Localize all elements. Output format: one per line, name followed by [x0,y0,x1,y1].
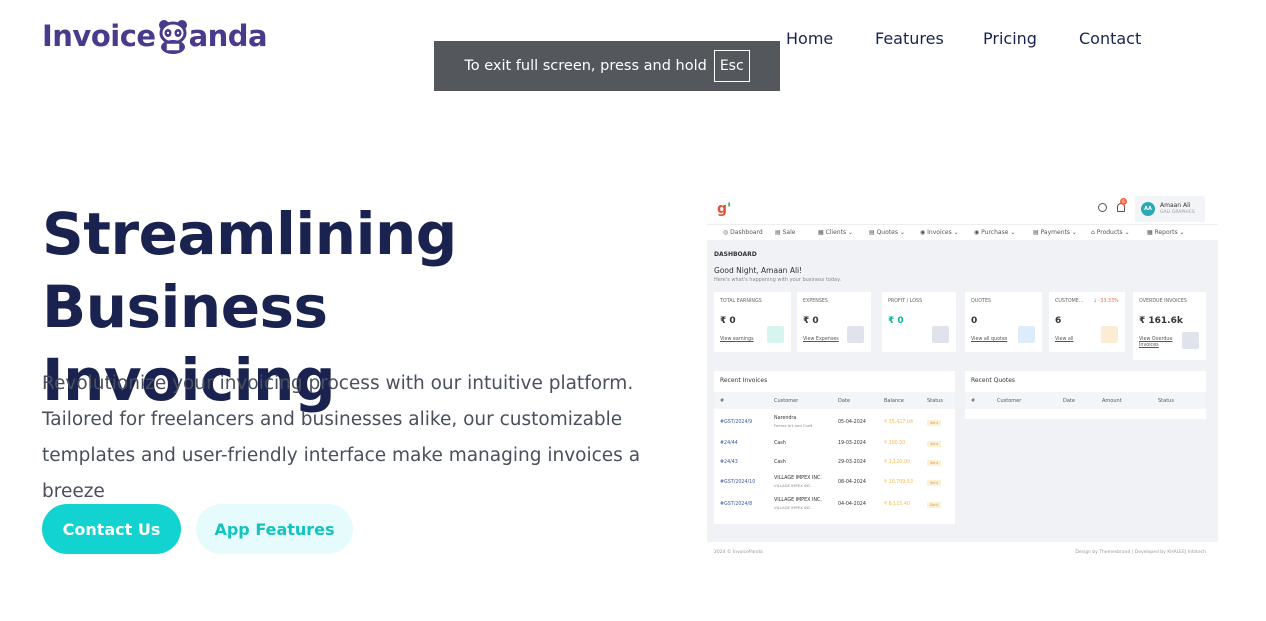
nav-contact[interactable]: Contact [1079,29,1141,48]
column-header: Date [838,398,850,404]
dash-menu-item: ▤ Sale [775,229,796,236]
dash-menu-item: ▦ Clients ⌄ [818,229,854,236]
dash-menu-item: ⌂ Products ⌄ [1091,229,1130,236]
dash-user-company: GALI GRAPHICS [1160,210,1195,215]
card-expenses: EXPENSES ₹ 0 View Expenses [797,292,871,352]
column-header: Amount [1102,398,1122,404]
panda-mascot-icon [157,18,189,54]
dash-menu-item: ◉ Invoices ⌄ [920,229,959,236]
card-value: ₹ 0 [720,316,736,326]
card-value: ₹ 161.6k [1139,316,1183,326]
card-label: OVERDUE INVOICES [1139,299,1187,304]
dash-menu: ◎ Dashboard ▤ Sale ▦ Clients ⌄ ▤ Quotes … [707,224,1218,240]
nav-pricing[interactable]: Pricing [983,29,1037,48]
column-header: Status [1158,398,1174,404]
wallet-icon [1182,332,1199,349]
card-link: View Expenses [803,337,839,342]
nav-features[interactable]: Features [875,29,944,48]
column-header: Date [1063,398,1075,404]
dash-menu-item: ▦ Reports ⌄ [1147,229,1185,236]
column-header: Status [927,398,943,404]
bag-icon [1018,326,1035,343]
notification-badge: 6 [1120,198,1127,205]
dollar-icon [767,326,784,343]
panel-title: Recent Quotes [971,377,1016,384]
column-header: # [971,398,976,404]
card-label: QUOTES [971,299,992,304]
dash-menu-item: ◉ Purchase ⌄ [974,229,1016,236]
hero-desc-line2: Tailored for freelancers and businesses … [42,409,623,430]
dash-heading: DASHBOARD [714,251,757,258]
card-link: View all [1055,337,1074,342]
nav-home[interactable]: Home [786,29,833,48]
card-total-earnings: TOTAL EARNINGS ₹ 0 View earnings [714,292,791,352]
card-profit-loss: PROFIT / LOSS ₹ 0 [882,292,956,352]
dash-greeting: Good Night, Amaan Ali! [714,266,803,275]
card-label: PROFIT / LOSS [888,299,923,304]
table-row: #GST/2024/9 Narendra Feeroz Art and Craf… [714,414,955,434]
dash-footer-left: 2024 © InvoicePanda. [714,550,765,555]
card-value: 0 [971,316,978,326]
panel-title: Recent Invoices [720,377,768,384]
dash-menu-item: ◎ Dashboard [723,229,763,236]
logo-text-right: anda [188,19,268,53]
card-link: View earnings [720,337,754,342]
hero-desc-line3: templates and user-friendly interface ma… [42,445,641,502]
card-value: ₹ 0 [803,316,819,326]
table-row: #GST/2024/10 VILLAGE IMPEX INC. VILLAGE … [714,474,955,494]
table-row: #24/44 Cash 19-03-2024 ₹ 300.00 Sent [714,435,955,455]
card-value: 6 [1055,316,1062,326]
app-features-button[interactable]: App Features [196,504,353,554]
moon-icon [1098,203,1107,212]
user-icon [1101,326,1118,343]
dash-footer-right: Design by Themesbrand | Developed by KHA… [1075,550,1206,555]
dashboard-preview: g' 6 AA Amaan Ali GALI GRAPHICS ◎ Dashbo… [707,194,1218,562]
recent-invoices-panel: Recent Invoices # Customer Date Balance … [714,371,955,524]
wallet-icon [932,326,949,343]
dash-user-name: Amaan Ali [1160,202,1191,209]
card-overdue-invoices: OVERDUE INVOICES ₹ 161.6k View Overdue I… [1133,292,1206,360]
hero-description: Revolutionize your invoicing process wit… [42,366,692,510]
toast-text: To exit full screen, press and hold [464,58,707,74]
table-row: #GST/2024/8 VILLAGE IMPEX INC. VILLAGE I… [714,496,955,516]
dash-user-chip: AA Amaan Ali GALI GRAPHICS [1135,196,1205,222]
table-header: # Customer Date Balance Status [714,392,955,409]
wallet-icon [847,326,864,343]
hero-desc-line1: Revolutionize your invoicing process wit… [42,373,634,394]
column-header: Balance [884,398,904,404]
table-header: # Customer Date Amount Status [965,392,1206,409]
table-row: #24/43 Cash 29-03-2024 ₹ 1,120.00 Sent [714,454,955,474]
column-header: Customer [774,398,799,404]
hero-title-line1: Streamlining Business [42,200,457,341]
logo[interactable]: Invoice anda [42,18,268,54]
card-customers: CUSTOME... ↓ -33.33% 6 View all [1049,292,1125,352]
column-header: # [720,398,725,404]
esc-key: Esc [713,50,750,82]
column-header: Customer [997,398,1022,404]
dash-topbar: g' 6 AA Amaan Ali GALI GRAPHICS [707,194,1218,224]
dash-logo-icon: g' [717,201,732,217]
fullscreen-exit-toast: To exit full screen, press and hold Esc [434,41,780,91]
avatar: AA [1141,202,1155,216]
card-link: View Overdue Invoices [1139,337,1173,348]
dash-menu-item: ▤ Quotes ⌄ [869,229,905,236]
card-value: ₹ 0 [888,316,904,326]
card-label: EXPENSES [803,299,828,304]
dash-menu-item: ▤ Payments ⌄ [1033,229,1077,236]
card-quotes: QUOTES 0 View all quotes [965,292,1042,352]
card-percent: ↓ -33.33% [1093,299,1119,304]
contact-us-button[interactable]: Contact Us [42,504,181,554]
recent-quotes-panel: Recent Quotes # Customer Date Amount Sta… [965,371,1206,419]
card-link: View all quotes [971,337,1008,342]
card-label: TOTAL EARNINGS [720,299,762,304]
dash-subtitle: Here's what's happening with your busine… [714,277,841,283]
logo-text-left: Invoice [42,19,156,53]
card-label: CUSTOME... [1055,299,1084,304]
